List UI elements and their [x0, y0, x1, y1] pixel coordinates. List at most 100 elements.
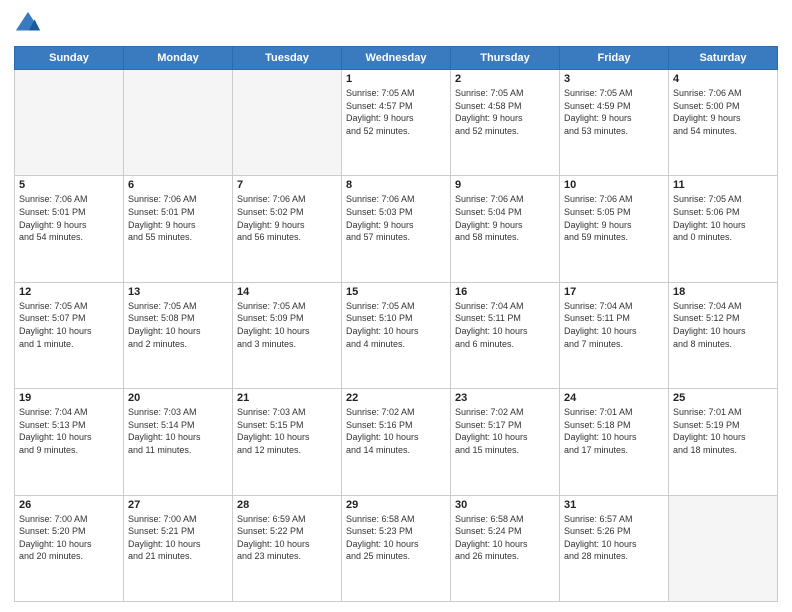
calendar-week-row: 12Sunrise: 7:05 AM Sunset: 5:07 PM Dayli… [15, 282, 778, 388]
day-info: Sunrise: 7:05 AM Sunset: 5:06 PM Dayligh… [673, 193, 773, 243]
weekday-header: Thursday [451, 47, 560, 70]
day-info: Sunrise: 7:06 AM Sunset: 5:03 PM Dayligh… [346, 193, 446, 243]
calendar-day-cell: 13Sunrise: 7:05 AM Sunset: 5:08 PM Dayli… [124, 282, 233, 388]
day-number: 8 [346, 179, 446, 191]
day-info: Sunrise: 7:03 AM Sunset: 5:15 PM Dayligh… [237, 406, 337, 456]
calendar-day-cell: 16 Sunrise: 7:04 AM Sunset: 5:11 PM Dayli… [451, 282, 560, 388]
calendar-day-cell [669, 495, 778, 601]
calendar-day-cell [233, 70, 342, 176]
calendar-day-cell: 19 Sunrise: 7:04 AM Sunset: 5:13 PM Dayli… [15, 389, 124, 495]
day-info: Sunrise: 7:05 AM Sunset: 4:59 PM Dayligh… [564, 87, 664, 137]
calendar-day-cell: 30 Sunrise: 6:58 AM Sunset: 5:24 PM Dayli… [451, 495, 560, 601]
day-number: 17 [564, 286, 664, 298]
calendar-day-cell: 4Sunrise: 7:06 AM Sunset: 5:00 PM Daylig… [669, 70, 778, 176]
day-number: 5 [19, 179, 119, 191]
day-info: Sunrise: 6:58 AM Sunset: 5:23 PM Dayligh… [346, 513, 446, 563]
calendar-day-cell: 18Sunrise: 7:04 AM Sunset: 5:12 PM Dayli… [669, 282, 778, 388]
weekday-header-row: SundayMondayTuesdayWednesdayThursdayFrid… [15, 47, 778, 70]
day-number: 31 [564, 499, 664, 511]
weekday-header: Saturday [669, 47, 778, 70]
day-info: Sunrise: 7:06 AM Sunset: 5:05 PM Dayligh… [564, 193, 664, 243]
day-info: Sunrise: 7:00 AM Sunset: 5:21 PM Dayligh… [128, 513, 228, 563]
calendar-day-cell: 22Sunrise: 7:02 AM Sunset: 5:16 PM Dayli… [342, 389, 451, 495]
day-number: 2 [455, 73, 555, 85]
day-number: 12 [19, 286, 119, 298]
day-number: 13 [128, 286, 228, 298]
calendar-day-cell: 27 Sunrise: 7:00 AM Sunset: 5:21 PM Dayli… [124, 495, 233, 601]
calendar-day-cell: 9 Sunrise: 7:06 AM Sunset: 5:04 PM Daylig… [451, 176, 560, 282]
weekday-header: Wednesday [342, 47, 451, 70]
calendar-day-cell: 24 Sunrise: 7:01 AM Sunset: 5:18 PM Dayli… [560, 389, 669, 495]
day-number: 19 [19, 392, 119, 404]
day-info: Sunrise: 6:58 AM Sunset: 5:24 PM Dayligh… [455, 513, 555, 563]
day-info: Sunrise: 7:05 AM Sunset: 5:10 PM Dayligh… [346, 300, 446, 350]
day-number: 9 [455, 179, 555, 191]
day-number: 20 [128, 392, 228, 404]
calendar-week-row: 5 Sunrise: 7:06 AM Sunset: 5:01 PM Daylig… [15, 176, 778, 282]
day-number: 27 [128, 499, 228, 511]
logo-icon [14, 10, 42, 38]
calendar-day-cell: 28 Sunrise: 6:59 AM Sunset: 5:22 PM Dayli… [233, 495, 342, 601]
weekday-header: Tuesday [233, 47, 342, 70]
header [14, 10, 778, 38]
day-info: Sunrise: 7:03 AM Sunset: 5:14 PM Dayligh… [128, 406, 228, 456]
day-info: Sunrise: 7:06 AM Sunset: 5:01 PM Dayligh… [128, 193, 228, 243]
weekday-header: Monday [124, 47, 233, 70]
day-info: Sunrise: 7:01 AM Sunset: 5:18 PM Dayligh… [564, 406, 664, 456]
weekday-header: Friday [560, 47, 669, 70]
day-info: Sunrise: 7:04 AM Sunset: 5:13 PM Dayligh… [19, 406, 119, 456]
calendar-day-cell: 1Sunrise: 7:05 AM Sunset: 4:57 PM Daylig… [342, 70, 451, 176]
calendar-day-cell [124, 70, 233, 176]
day-number: 3 [564, 73, 664, 85]
day-number: 18 [673, 286, 773, 298]
day-info: Sunrise: 6:57 AM Sunset: 5:26 PM Dayligh… [564, 513, 664, 563]
day-number: 28 [237, 499, 337, 511]
day-number: 26 [19, 499, 119, 511]
day-number: 23 [455, 392, 555, 404]
calendar-day-cell: 31 Sunrise: 6:57 AM Sunset: 5:26 PM Dayli… [560, 495, 669, 601]
calendar-day-cell: 3 Sunrise: 7:05 AM Sunset: 4:59 PM Daylig… [560, 70, 669, 176]
page: SundayMondayTuesdayWednesdayThursdayFrid… [0, 0, 792, 612]
day-info: Sunrise: 7:06 AM Sunset: 5:01 PM Dayligh… [19, 193, 119, 243]
calendar-day-cell: 10 Sunrise: 7:06 AM Sunset: 5:05 PM Dayli… [560, 176, 669, 282]
day-number: 14 [237, 286, 337, 298]
calendar-day-cell: 11 Sunrise: 7:05 AM Sunset: 5:06 PM Dayli… [669, 176, 778, 282]
day-number: 24 [564, 392, 664, 404]
day-number: 10 [564, 179, 664, 191]
calendar-day-cell: 20 Sunrise: 7:03 AM Sunset: 5:14 PM Dayli… [124, 389, 233, 495]
day-info: Sunrise: 7:05 AM Sunset: 4:57 PM Dayligh… [346, 87, 446, 137]
calendar-body: 1Sunrise: 7:05 AM Sunset: 4:57 PM Daylig… [15, 70, 778, 602]
calendar-day-cell: 8 Sunrise: 7:06 AM Sunset: 5:03 PM Daylig… [342, 176, 451, 282]
day-info: Sunrise: 7:06 AM Sunset: 5:04 PM Dayligh… [455, 193, 555, 243]
calendar-week-row: 26 Sunrise: 7:00 AM Sunset: 5:20 PM Dayli… [15, 495, 778, 601]
calendar-day-cell: 17 Sunrise: 7:04 AM Sunset: 5:11 PM Dayli… [560, 282, 669, 388]
day-info: Sunrise: 7:04 AM Sunset: 5:11 PM Dayligh… [564, 300, 664, 350]
day-number: 29 [346, 499, 446, 511]
day-info: Sunrise: 7:05 AM Sunset: 5:09 PM Dayligh… [237, 300, 337, 350]
day-info: Sunrise: 7:04 AM Sunset: 5:11 PM Dayligh… [455, 300, 555, 350]
calendar-day-cell: 12Sunrise: 7:05 AM Sunset: 5:07 PM Dayli… [15, 282, 124, 388]
day-number: 30 [455, 499, 555, 511]
calendar-day-cell: 6 Sunrise: 7:06 AM Sunset: 5:01 PM Daylig… [124, 176, 233, 282]
day-number: 21 [237, 392, 337, 404]
calendar-day-cell: 7 Sunrise: 7:06 AM Sunset: 5:02 PM Daylig… [233, 176, 342, 282]
day-number: 15 [346, 286, 446, 298]
day-info: Sunrise: 7:00 AM Sunset: 5:20 PM Dayligh… [19, 513, 119, 563]
calendar-day-cell: 23Sunrise: 7:02 AM Sunset: 5:17 PM Dayli… [451, 389, 560, 495]
calendar-day-cell [15, 70, 124, 176]
day-info: Sunrise: 7:06 AM Sunset: 5:02 PM Dayligh… [237, 193, 337, 243]
day-number: 16 [455, 286, 555, 298]
day-info: Sunrise: 6:59 AM Sunset: 5:22 PM Dayligh… [237, 513, 337, 563]
calendar-table: SundayMondayTuesdayWednesdayThursdayFrid… [14, 46, 778, 602]
day-info: Sunrise: 7:02 AM Sunset: 5:16 PM Dayligh… [346, 406, 446, 456]
day-number: 25 [673, 392, 773, 404]
calendar-day-cell: 21 Sunrise: 7:03 AM Sunset: 5:15 PM Dayli… [233, 389, 342, 495]
calendar-day-cell: 29 Sunrise: 6:58 AM Sunset: 5:23 PM Dayli… [342, 495, 451, 601]
calendar-day-cell: 15 Sunrise: 7:05 AM Sunset: 5:10 PM Dayli… [342, 282, 451, 388]
day-number: 11 [673, 179, 773, 191]
calendar-day-cell: 26 Sunrise: 7:00 AM Sunset: 5:20 PM Dayli… [15, 495, 124, 601]
day-number: 4 [673, 73, 773, 85]
logo [14, 10, 47, 38]
day-number: 7 [237, 179, 337, 191]
day-number: 6 [128, 179, 228, 191]
